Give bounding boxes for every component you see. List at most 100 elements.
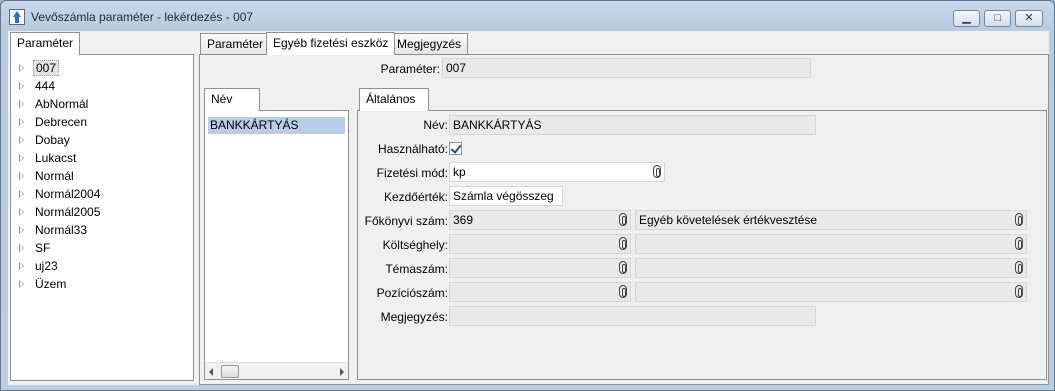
tree-item-label: Debrecen [35, 115, 88, 129]
close-button[interactable]: ✕ [1015, 10, 1043, 27]
tab-parameter-list[interactable]: Paraméter [10, 32, 80, 55]
tree-item[interactable]: 007 [19, 59, 102, 77]
tree-item[interactable]: SF [19, 239, 102, 257]
tree-item-label: Normál2004 [35, 187, 101, 201]
expand-arrow-icon[interactable] [19, 100, 24, 108]
paperclip-icon[interactable] [1015, 237, 1023, 250]
tree-item[interactable]: Debrecen [19, 113, 102, 131]
tree-item[interactable]: Üzem [19, 275, 102, 293]
expand-arrow-icon[interactable] [19, 136, 24, 144]
tree-item[interactable]: Normál2004 [19, 185, 102, 203]
expand-arrow-icon[interactable] [19, 244, 24, 252]
tree-item-label: 444 [35, 79, 56, 93]
client-area: Paraméter 007 444 AbNormál Debrecen Dobay Luk… [8, 31, 1049, 385]
tab-megjegyzes[interactable]: Megjegyzés [390, 33, 469, 55]
paperclip-icon[interactable] [1015, 285, 1023, 298]
expand-arrow-icon[interactable] [19, 190, 24, 198]
window-title: Vevőszámla paraméter - lekérdezés - 007 [31, 10, 254, 24]
tab-egyeb-fizetesi-eszkoz[interactable]: Egyéb fizetési eszköz [266, 32, 396, 55]
scrollbar-thumb[interactable] [221, 365, 239, 378]
pozicioszam-label: Pozíciószám: [376, 286, 448, 300]
paperclip-icon[interactable] [653, 165, 661, 178]
tab-altalanos[interactable]: Általános [359, 88, 429, 111]
expand-arrow-icon[interactable] [19, 154, 24, 162]
kezdoertek-field[interactable]: Számla végösszeg [449, 186, 563, 206]
paperclip-icon[interactable] [619, 285, 627, 298]
tree-item-label: uj23 [35, 259, 58, 273]
temaszam-label: Témaszám: [385, 262, 448, 276]
tree-item[interactable]: uj23 [19, 257, 102, 275]
koltseghely-field[interactable] [449, 234, 631, 254]
tree-item[interactable]: Normál33 [19, 221, 102, 239]
paperclip-icon[interactable] [619, 261, 627, 274]
fokonyvi-szam-desc-text: Egyéb követelések értékvesztése [639, 213, 818, 227]
expand-arrow-icon[interactable] [19, 262, 24, 270]
tree-item-label: Dobay [35, 133, 70, 147]
scroll-right-icon[interactable] [340, 368, 344, 376]
pozicioszam-description [635, 282, 1027, 302]
expand-arrow-icon[interactable] [19, 226, 24, 234]
fizetesi-mod-value: kp [453, 165, 466, 179]
main-window: Vevőszámla paraméter - lekérdezés - 007 … [0, 0, 1055, 391]
hasznalhato-checkbox[interactable] [449, 142, 462, 155]
expand-arrow-icon[interactable] [19, 172, 24, 180]
temaszam-description [635, 258, 1027, 278]
nev-label: Név: [423, 118, 448, 132]
megjegyzes-label: Megjegyzés: [380, 310, 448, 324]
tree-item-label: AbNormál [35, 97, 89, 111]
fizetesi-mod-field[interactable]: kp [449, 162, 665, 182]
tree-item-label: Normál2005 [35, 205, 101, 219]
kezdoertek-label: Kezdőérték: [383, 190, 448, 204]
parameter-field[interactable]: 007 [442, 58, 811, 78]
parameter-tree: 007 444 AbNormál Debrecen Dobay Lukacst Normál… [19, 59, 102, 293]
fokonyvi-szam-label: Főkönyvi szám: [364, 214, 448, 228]
tree-item-label: Lukacst [35, 151, 77, 165]
tab-nev[interactable]: Név [204, 88, 260, 111]
fizetesi-mod-label: Fizetési mód: [376, 166, 448, 180]
close-icon: ✕ [1024, 12, 1034, 24]
temaszam-field[interactable] [449, 258, 631, 278]
paperclip-icon[interactable] [619, 237, 627, 250]
expand-arrow-icon[interactable] [19, 280, 24, 288]
expand-arrow-icon[interactable] [19, 208, 24, 216]
tree-item-label: SF [35, 241, 51, 255]
tree-item[interactable]: Normál [19, 167, 102, 185]
tree-item-label: Normál [35, 169, 74, 183]
fokonyvi-szam-description: Egyéb követelések értékvesztése [635, 210, 1027, 230]
koltseghely-label: Költséghely: [382, 238, 448, 252]
parameter-label: Paraméter: [380, 62, 440, 76]
tree-item[interactable]: Dobay [19, 131, 102, 149]
list-item[interactable]: BANKKÁRTYÁS [208, 117, 345, 134]
parameter-tree-panel: 007 444 AbNormál Debrecen Dobay Lukacst Normál… [10, 54, 194, 381]
expand-arrow-icon[interactable] [19, 118, 24, 126]
tree-item[interactable]: 444 [19, 77, 102, 95]
tree-item-label: Üzem [35, 277, 67, 291]
pozicioszam-field[interactable] [449, 282, 631, 302]
koltseghely-description [635, 234, 1027, 254]
nev-list-panel: BANKKÁRTYÁS [204, 110, 349, 380]
tree-item-label: Normál33 [35, 223, 88, 237]
expand-arrow-icon[interactable] [19, 64, 24, 72]
title-bar[interactable]: Vevőszámla paraméter - lekérdezés - 007 … [1, 1, 1054, 31]
horizontal-scrollbar[interactable] [205, 362, 348, 379]
fokonyvi-szam-value: 369 [453, 213, 474, 227]
app-icon [9, 9, 25, 25]
paperclip-icon[interactable] [1015, 213, 1023, 226]
tree-item[interactable]: Normál2005 [19, 203, 102, 221]
expand-arrow-icon[interactable] [19, 82, 24, 90]
megjegyzes-field[interactable] [449, 306, 816, 326]
tree-item[interactable]: AbNormál [19, 95, 102, 113]
paperclip-icon[interactable] [619, 213, 627, 226]
tree-item[interactable]: Lukacst [19, 149, 102, 167]
tab-parameter[interactable]: Paraméter [200, 33, 271, 55]
maximize-icon: □ [994, 12, 1001, 24]
fokonyvi-szam-field[interactable]: 369 [449, 210, 631, 230]
paperclip-icon[interactable] [1015, 261, 1023, 274]
hasznalhato-label: Használható: [377, 142, 448, 156]
tree-item-label: 007 [33, 60, 60, 76]
scroll-left-icon[interactable] [209, 368, 213, 376]
maximize-button[interactable]: □ [984, 10, 1011, 27]
minimize-button[interactable]: ▁ [953, 10, 980, 27]
minimize-icon: ▁ [962, 12, 971, 24]
nev-field[interactable]: BANKKÁRTYÁS [449, 115, 816, 135]
